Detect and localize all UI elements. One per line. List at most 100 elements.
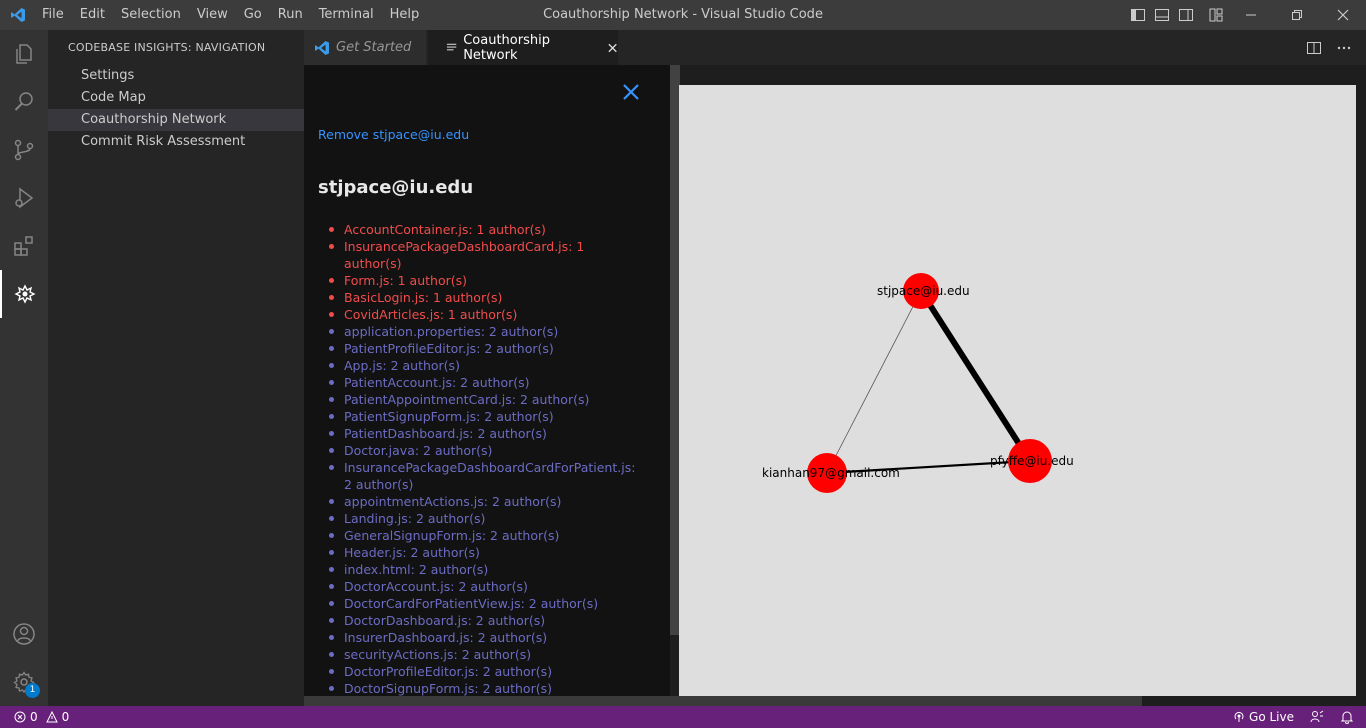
file-list-item: BasicLogin.js: 1 author(s) (329, 289, 644, 306)
sidebar: CODEBASE INSIGHTS: NAVIGATION Settings C… (48, 30, 304, 706)
close-panel-icon[interactable] (622, 83, 640, 101)
settings-badge: 1 (25, 683, 40, 698)
tab-get-started-label: Get Started (336, 40, 412, 55)
editor-tabs: Get Started Coauthorship Network (304, 30, 1366, 65)
sidebar-item-code-map[interactable]: Code Map (48, 87, 304, 109)
run-debug-button[interactable] (0, 174, 48, 222)
account-icon (13, 623, 35, 645)
menu-terminal[interactable]: Terminal (311, 0, 382, 30)
sidebar-item-settings[interactable]: Settings (48, 65, 304, 87)
tab-coauthorship-label: Coauthorship Network (463, 32, 550, 63)
problems-indicator[interactable]: 0 0 (14, 706, 69, 728)
file-list-item: PatientProfileEditor.js: 2 author(s) (329, 340, 644, 357)
vscode-logo-icon (11, 8, 25, 22)
source-control-button[interactable] (0, 126, 48, 174)
file-list-item: DoctorSignupForm.js: 2 author(s) (329, 680, 644, 696)
restore-button[interactable] (1274, 0, 1320, 30)
graph-edge (826, 290, 922, 474)
toggle-secondary-sidebar-icon[interactable] (1178, 7, 1194, 23)
preview-icon (446, 43, 457, 50)
file-list-item: CovidArticles.js: 1 author(s) (329, 306, 644, 323)
file-list-item: index.html: 2 author(s) (329, 561, 644, 578)
extensions-icon (14, 236, 33, 256)
manage-button[interactable]: 1 (0, 658, 48, 706)
file-list-item: AccountContainer.js: 1 author(s) (329, 221, 644, 238)
menu-view[interactable]: View (189, 0, 236, 30)
minimize-button[interactable] (1228, 0, 1274, 30)
layout-controls (1130, 7, 1224, 23)
vscode-tab-icon (315, 40, 329, 55)
split-editor-icon[interactable] (1306, 40, 1322, 56)
status-bar: 0 0 Go Live (0, 706, 1366, 728)
toggle-panel-icon[interactable] (1154, 7, 1170, 23)
accounts-button[interactable] (0, 610, 48, 658)
file-list-item: GeneralSignupForm.js: 2 author(s) (329, 527, 644, 544)
graph-canvas[interactable]: stjpace@iu.edu pfyffe@iu.edu kianhan97@gma… (679, 85, 1356, 696)
error-count: 0 (30, 710, 38, 724)
warning-icon (45, 711, 58, 723)
author-title: stjpace@iu.edu (318, 177, 474, 198)
error-icon (14, 711, 26, 723)
sidebar-item-commit-risk-assessment[interactable]: Commit Risk Assessment (48, 131, 304, 153)
sidebar-header: CODEBASE INSIGHTS: NAVIGATION (68, 41, 266, 54)
search-icon (14, 92, 33, 111)
graph-node-label: pfyffe@iu.edu (990, 454, 1074, 468)
file-list-item: Form.js: 1 author(s) (329, 272, 644, 289)
file-list-item: application.properties: 2 author(s) (329, 323, 644, 340)
file-list-item: DoctorAccount.js: 2 author(s) (329, 578, 644, 595)
tab-coauthorship-network[interactable]: Coauthorship Network (428, 30, 618, 65)
activity-bar: 1 (0, 30, 48, 706)
broadcast-icon (1234, 711, 1244, 722)
remove-author-link[interactable]: Remove stjpace@iu.edu (318, 127, 469, 142)
title-bar: File Edit Selection View Go Run Terminal… (0, 0, 1366, 30)
customize-layout-icon[interactable] (1208, 7, 1224, 23)
search-button[interactable] (0, 78, 48, 126)
file-list-item: DoctorDashboard.js: 2 author(s) (329, 612, 644, 629)
coauthorship-graph[interactable]: stjpace@iu.edu pfyffe@iu.edu kianhan97@gma… (679, 85, 1356, 696)
file-list-item: InsurerDashboard.js: 2 author(s) (329, 629, 644, 646)
menu-bar: File Edit Selection View Go Run Terminal… (34, 0, 427, 30)
editor-actions (1306, 40, 1352, 56)
go-live-label: Go Live (1249, 710, 1294, 724)
tab-get-started[interactable]: Get Started (304, 30, 426, 65)
menu-go[interactable]: Go (236, 0, 270, 30)
close-window-button[interactable] (1320, 0, 1366, 30)
feedback-icon[interactable] (1310, 710, 1324, 724)
graph-edge (918, 289, 1033, 463)
file-list-item: Doctor.java: 2 author(s) (329, 442, 644, 459)
sidebar-item-coauthorship-network[interactable]: Coauthorship Network (48, 109, 304, 131)
tab-close-icon[interactable] (607, 42, 618, 54)
codebase-insights-button[interactable] (0, 270, 48, 318)
menu-edit[interactable]: Edit (72, 0, 113, 30)
window-controls (1228, 0, 1366, 30)
file-list-item: Header.js: 2 author(s) (329, 544, 644, 561)
menu-selection[interactable]: Selection (113, 0, 189, 30)
explorer-button[interactable] (0, 30, 48, 78)
file-list-item: App.js: 2 author(s) (329, 357, 644, 374)
menu-run[interactable]: Run (270, 0, 311, 30)
more-actions-icon[interactable] (1336, 40, 1352, 56)
graph-node-label: stjpace@iu.edu (877, 284, 970, 298)
run-debug-icon (15, 187, 34, 209)
menu-help[interactable]: Help (382, 0, 428, 30)
horizontal-scrollbar[interactable] (304, 696, 1142, 706)
file-list: AccountContainer.js: 1 author(s) Insuranc… (329, 221, 644, 696)
graph-node-label: kianhan97@gmail.com (762, 466, 900, 480)
source-control-icon (14, 139, 34, 161)
codebase-insights-icon (14, 284, 36, 304)
files-icon (16, 44, 32, 64)
toggle-sidebar-icon[interactable] (1130, 7, 1146, 23)
notifications-bell-icon[interactable] (1340, 710, 1354, 724)
file-list-item: InsurancePackageDashboardCardForPatient.… (329, 459, 644, 493)
restore-icon (1292, 10, 1302, 20)
status-right: Go Live (1233, 706, 1354, 728)
file-list-item: DoctorCardForPatientView.js: 2 author(s) (329, 595, 644, 612)
close-icon (1337, 9, 1349, 21)
file-list-item: securityActions.js: 2 author(s) (329, 646, 644, 663)
file-list-item: appointmentActions.js: 2 author(s) (329, 493, 644, 510)
extensions-button[interactable] (0, 222, 48, 270)
menu-file[interactable]: File (34, 0, 72, 30)
file-list-item: DoctorProfileEditor.js: 2 author(s) (329, 663, 644, 680)
go-live-button[interactable]: Go Live (1233, 706, 1294, 728)
file-list-item: PatientDashboard.js: 2 author(s) (329, 425, 644, 442)
